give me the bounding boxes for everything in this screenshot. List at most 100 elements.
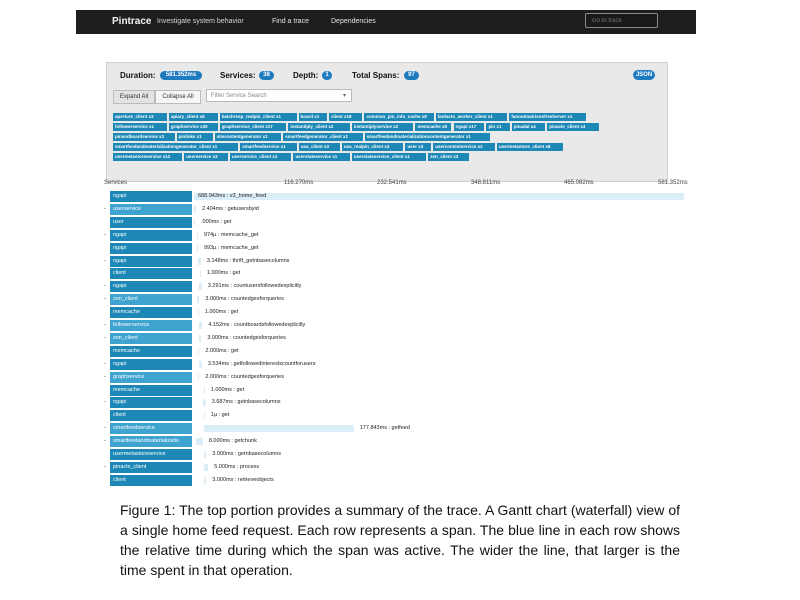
service-filter-tag[interactable]: ngapi x17 (453, 123, 485, 131)
span-row[interactable]: - smartfeedservice 177.843ms : getfeed · · · · (76, 423, 696, 435)
span-expand-toggle[interactable]: - (104, 296, 106, 302)
span-operation-label[interactable]: 993µ : memcache_get (204, 245, 259, 251)
span-operation-label[interactable]: 2.000ms : get (205, 348, 238, 354)
span-operation-label[interactable]: 2.000ms : countedgesforqueries (205, 374, 284, 380)
nav-find-trace-link[interactable]: Find a trace (272, 18, 309, 25)
span-row[interactable]: - ngapi 3.148ms : thrift_getnbasecolumns · ·… (76, 255, 696, 268)
span-expand-toggle[interactable]: - (104, 438, 106, 444)
span-operation-label[interactable]: 2.404ms : getusersbyid (202, 206, 259, 212)
service-filter-tag[interactable]: usa_realpin_client x3 (341, 143, 404, 151)
span-service-name[interactable]: followerservice (110, 320, 192, 331)
span-row[interactable]: - smartfeedandmaterializatio 8.000ms : get… (76, 436, 696, 448)
span-service-name[interactable]: userservice (110, 203, 192, 215)
span-expand-toggle[interactable]: - (104, 374, 106, 380)
span-row[interactable]: memcache 1.000ms : get · · · · (76, 384, 696, 397)
span-row[interactable]: - zen_client 3.000ms : countedgesforquerie… (76, 332, 696, 345)
service-filter-tag[interactable]: smartfeedandmaterializationcontentgenera… (364, 133, 490, 141)
service-filter-tag[interactable]: smartfeedgenerator_client x1 (283, 133, 363, 141)
span-service-name[interactable]: ngapi (110, 191, 192, 202)
service-filter-tag[interactable]: memcache x8 (415, 123, 452, 131)
service-filter-tag[interactable]: common_pin_info_cache x8 (364, 113, 434, 121)
service-filter-tag[interactable]: pinadal x4 (511, 123, 546, 131)
span-service-name[interactable]: memcache (110, 345, 192, 357)
service-filter-tag[interactable]: board x1 (298, 113, 327, 121)
span-row[interactable]: - userservice 2.404ms : getusersbyid · · · · (76, 203, 696, 216)
span-row[interactable]: - pinacle_client 5.000ms : process · · · · (76, 461, 696, 474)
service-filter-tag[interactable]: aperture_client x3 (113, 113, 167, 121)
span-expand-toggle[interactable]: - (104, 232, 106, 238)
span-service-name[interactable]: smartfeedandmaterializatio (110, 436, 192, 448)
service-filter-tag[interactable]: userstateservice x1 (293, 153, 350, 161)
collapse-all-button[interactable]: Collapse All (155, 90, 201, 104)
span-row[interactable]: - followerservice 4.152ms : countboardsfol… (76, 320, 696, 332)
service-filter-tag[interactable]: instantiplyservice x2 (351, 123, 414, 131)
span-service-name[interactable]: client (110, 410, 192, 422)
expand-all-button[interactable]: Expand All (113, 90, 155, 104)
span-operation-label[interactable]: 3.534ms : getfollowedinterestscountforus… (208, 361, 316, 367)
span-operation-label[interactable]: .000ms : get (201, 219, 231, 225)
service-filter-tag[interactable]: usercontextservice x2 (433, 143, 495, 151)
span-operation-label[interactable]: 3.000ms : getnbasecolumns (212, 451, 281, 457)
span-service-name[interactable]: smartfeedservice (110, 423, 192, 435)
go-to-trace-input[interactable] (585, 13, 658, 28)
span-row[interactable]: - ngapi 3.534ms : getfollowedinterestscoun… (76, 358, 696, 371)
span-expand-toggle[interactable]: - (104, 361, 106, 367)
span-operation-label[interactable]: 3.148ms : thrift_getnbasecolumns (207, 258, 290, 264)
span-row[interactable]: client 3.000ms : retrieveobjects · · · · (76, 474, 696, 487)
span-service-name[interactable]: ngapi (110, 358, 192, 370)
span-operation-label[interactable]: 177.843ms : getfeed (360, 425, 410, 431)
span-operation-label[interactable]: 4.152ms : countboardsfollowedexplicitly (208, 322, 305, 328)
span-row[interactable]: - graphservice 2.000ms : countedgesforquer… (76, 371, 696, 384)
span-operation-label[interactable]: 8.000ms : getchunk (209, 438, 257, 444)
service-filter-tag[interactable]: followerservice x1 (113, 123, 167, 131)
span-service-name[interactable]: ngapi (110, 255, 192, 267)
service-filter-tag[interactable]: userstateservice_client x1 (351, 153, 427, 161)
service-filter-tag[interactable]: pinlinks x1 (176, 133, 213, 141)
service-filter-tag[interactable]: smartfeedandmaterializationgenerator_cli… (113, 143, 239, 151)
service-filter-tag[interactable]: pinandboardservice x3 (113, 133, 175, 141)
span-expand-toggle[interactable]: - (104, 206, 106, 212)
span-operation-label[interactable]: 688.943ms : v3_home_feed (198, 193, 266, 199)
span-operation-label[interactable]: 3.000ms : retrieveobjects (212, 477, 273, 483)
span-expand-toggle[interactable]: - (104, 399, 106, 405)
service-filter-tag[interactable]: userservice x3 (184, 153, 228, 161)
span-row[interactable]: client 1µ : get · · · · (76, 410, 696, 422)
span-service-name[interactable]: client (110, 474, 192, 486)
span-operation-label[interactable]: 974µ : memcache_get (204, 232, 259, 238)
span-service-name[interactable]: zen_client (110, 332, 192, 344)
span-service-name[interactable]: ngapi (110, 229, 192, 241)
span-service-name[interactable]: ngapi (110, 242, 192, 254)
span-row[interactable]: usermetastoreservice 3.000ms : getnbaseco… (76, 449, 696, 461)
span-operation-label[interactable]: 3.687ms : getnbasecolumns (212, 399, 281, 405)
span-service-name[interactable]: memcache (110, 384, 192, 396)
service-filter-tag[interactable]: user x3 (405, 143, 432, 151)
span-service-name[interactable]: zen_client (110, 294, 192, 306)
span-row[interactable]: - ngapi 3.291ms : countusersfollowedexplic… (76, 281, 696, 293)
span-row[interactable]: ngapi 993µ : memcache_get · · · · (76, 242, 696, 255)
span-operation-label[interactable]: 1.000ms : get (211, 387, 244, 393)
span-operation-label[interactable]: 1.000ms : get (207, 270, 240, 276)
span-operation-label[interactable]: 3.000ms : countedgesforqueries (205, 296, 284, 302)
span-service-name[interactable]: client (110, 268, 192, 280)
span-operation-label[interactable]: 1.000ms : get (205, 309, 238, 315)
span-expand-toggle[interactable]: - (104, 425, 106, 431)
span-service-name[interactable]: pinacle_client (110, 461, 192, 473)
span-operation-label[interactable]: 3.000ms : countedgesforqueries (207, 335, 286, 341)
app-brand[interactable]: Pintrace (112, 16, 151, 27)
span-expand-toggle[interactable]: - (104, 322, 106, 328)
span-service-name[interactable]: memcache (110, 307, 192, 319)
span-row[interactable]: client 1.000ms : get · · · · (76, 268, 696, 280)
span-service-name[interactable]: ngapi (110, 397, 192, 409)
service-filter-tag[interactable]: graphservice x30 (168, 123, 218, 131)
service-filter-tag[interactable]: graphservice_client x17 (219, 123, 287, 131)
span-service-name[interactable]: usermetastoreservice (110, 449, 192, 460)
service-filter-tag[interactable]: pin x1 (486, 123, 510, 131)
filter-service-search[interactable]: Filter Service Search ▾ (206, 89, 352, 102)
service-filter-tag[interactable]: client x18 (328, 113, 363, 121)
service-filter-tag[interactable]: fanoutmatrixnofresherver x1 (509, 113, 587, 121)
service-filter-tag[interactable]: usermetastore_client x8 (496, 143, 564, 151)
span-row[interactable]: user .000ms : get · · · · (76, 216, 696, 229)
span-row[interactable]: - ngapi 3.687ms : getnbasecolumns · · · · (76, 397, 696, 409)
span-operation-label[interactable]: 1µ : get (211, 412, 229, 418)
span-row[interactable]: memcache 1.000ms : get · · · · (76, 307, 696, 319)
